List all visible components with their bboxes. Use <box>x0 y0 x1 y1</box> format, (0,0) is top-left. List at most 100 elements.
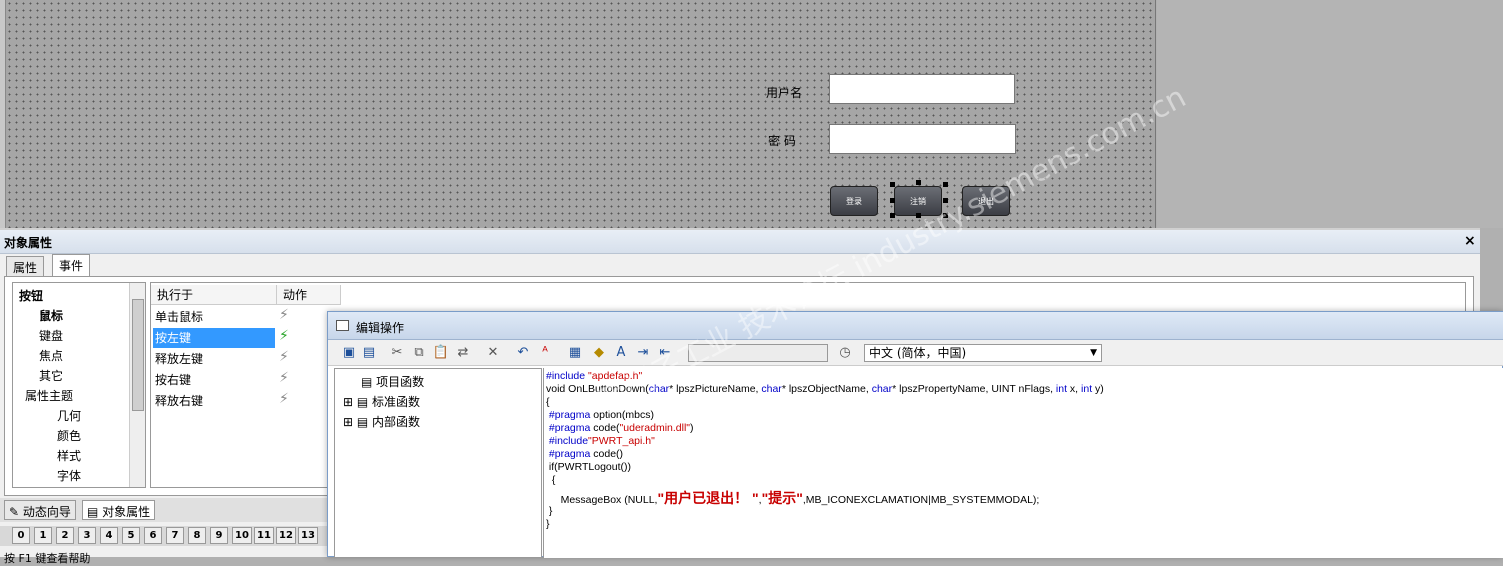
format-icon[interactable]: ▦ <box>566 344 584 362</box>
replace-icon[interactable]: ⇄ <box>454 344 472 362</box>
undo-icon[interactable]: ↶ <box>514 344 532 362</box>
panel-title: 对象属性 <box>4 236 53 250</box>
tree-item-font[interactable]: 字体 <box>57 467 81 484</box>
code-token: MessageBox (NULL, <box>546 494 658 506</box>
tab-dynamic-wizard[interactable]: ✎ 动态向导 <box>4 500 76 520</box>
edit-action-dialog: 编辑操作 ▣ ▤ ✂ ⧉ 📋 ⇄ ✕ ↶ ᴬ ▦ ◆ A ⇥ ⇤ ◷ 中文 (简… <box>327 311 1503 558</box>
layer-button[interactable]: 10 <box>232 527 252 544</box>
layer-button[interactable]: 4 <box>100 527 118 544</box>
code-token: #pragma <box>546 448 591 460</box>
copy-icon[interactable]: ⧉ <box>410 344 428 362</box>
layer-button[interactable]: 12 <box>276 527 296 544</box>
tree-scrollbar[interactable] <box>129 283 145 487</box>
code-line: } <box>546 505 553 517</box>
layer-button[interactable]: 7 <box>166 527 184 544</box>
chevron-down-icon[interactable]: ▼ <box>1090 345 1097 361</box>
text-icon[interactable]: A <box>612 344 630 362</box>
column-header-action[interactable]: 动作 <box>277 285 341 305</box>
layer-bar: 0 1 2 3 4 5 6 7 8 9 10 11 12 13 <box>0 526 330 546</box>
code-token: #include <box>546 370 589 382</box>
code-line: MessageBox (NULL,"用户已退出！ ","提示",MB_ICONE… <box>546 488 1040 508</box>
tree-item-internal-functions[interactable]: ⊞ ▤ 内部函数 <box>343 413 420 430</box>
selection-handle[interactable] <box>890 198 895 203</box>
tab-events[interactable]: 事件 <box>52 254 91 276</box>
tree-item-geometry[interactable]: 几何 <box>57 407 81 424</box>
column-header-trigger[interactable]: 执行于 <box>151 285 277 305</box>
layer-button[interactable]: 8 <box>188 527 206 544</box>
cut-icon[interactable]: ✂ <box>388 344 406 362</box>
selection-handle[interactable] <box>890 182 895 187</box>
code-token: char <box>761 383 782 395</box>
dialog-titlebar: 编辑操作 <box>328 312 1503 340</box>
close-icon[interactable]: × <box>1464 233 1476 249</box>
clock-icon[interactable]: ◷ <box>836 344 854 362</box>
code-token: "用户已退出！ " <box>657 490 759 506</box>
editor-toolbar: ▣ ▤ ✂ ⧉ 📋 ⇄ ✕ ↶ ᴬ ▦ ◆ A ⇥ ⇤ ◷ 中文 (简体，中国)… <box>328 340 1503 366</box>
password-label: 密 码 <box>768 134 796 148</box>
tree-item-property-topics[interactable]: 属性主题 <box>25 387 73 404</box>
event-row-right-release[interactable]: 释放右键 <box>153 391 275 411</box>
layer-button[interactable]: 6 <box>144 527 162 544</box>
code-line: #pragma code("uderadmin.dll") <box>546 422 694 434</box>
event-row-click[interactable]: 单击鼠标 <box>153 307 275 327</box>
delete-icon[interactable]: ✕ <box>484 344 502 362</box>
tab-object-properties-label: 对象属性 <box>102 505 151 519</box>
language-select[interactable]: 中文 (简体，中国) ▼ <box>864 344 1102 362</box>
selection-handle[interactable] <box>890 213 895 218</box>
code-token: #pragma <box>546 422 591 434</box>
tree-item-other[interactable]: 其它 <box>39 367 63 384</box>
code-token: code( <box>590 422 620 434</box>
layer-button[interactable]: 9 <box>210 527 228 544</box>
lightning-icon[interactable]: ⚡ <box>279 391 289 407</box>
code-token: #pragma <box>546 409 591 421</box>
lightning-icon[interactable]: ⚡ <box>279 349 289 365</box>
tree-item-mouse[interactable]: 鼠标 <box>39 307 63 324</box>
username-field[interactable] <box>829 74 1015 104</box>
event-row-left-press[interactable]: 按左键 <box>153 328 275 348</box>
code-token: char <box>871 383 893 395</box>
code-line: #pragma code() <box>546 448 623 460</box>
event-row-left-release[interactable]: 释放左键 <box>153 349 275 369</box>
code-token: "uderadmin.dll" <box>619 422 691 434</box>
tree-item-project-functions-label: 项目函数 <box>376 375 425 389</box>
code-line: #include"PWRT_api.h" <box>546 435 655 447</box>
tree-item-styles[interactable]: 样式 <box>57 447 81 464</box>
lightning-icon[interactable]: ⚡ <box>279 307 289 323</box>
event-row-right-press[interactable]: 按右键 <box>153 370 275 390</box>
tree-item-keyboard[interactable]: 键盘 <box>39 327 63 344</box>
tab-object-properties[interactable]: ▤ 对象属性 <box>82 500 156 520</box>
tree-item-standard-functions-label: 标准函数 <box>372 395 421 409</box>
spell-check-icon[interactable]: ᴬ <box>536 344 554 362</box>
lightning-icon[interactable]: ⚡ <box>279 370 289 386</box>
tree-item-focus[interactable]: 焦点 <box>39 347 63 364</box>
code-editor[interactable]: #include "apdefap.h" void OnLButtonDown(… <box>543 368 1503 558</box>
function-tree: ▤ 项目函数 ⊞ ▤ 标准函数 ⊞ ▤ 内部函数 <box>334 368 542 558</box>
layer-button[interactable]: 11 <box>254 527 274 544</box>
layer-button[interactable]: 0 <box>12 527 30 544</box>
compile-icon[interactable]: ◆ <box>590 344 608 362</box>
selection-handle[interactable] <box>943 182 948 187</box>
code-token: ,MB_ICONEXCLAMATION|MB_SYSTEMMODAL); <box>802 494 1040 506</box>
layer-button[interactable]: 1 <box>34 527 52 544</box>
event-tree: 按钮 鼠标 键盘 焦点 其它 属性主题 几何 颜色 样式 字体 <box>12 282 146 488</box>
password-field[interactable] <box>829 124 1016 154</box>
code-token: int <box>1081 383 1093 395</box>
tree-item-colors[interactable]: 颜色 <box>57 427 81 444</box>
save-icon[interactable]: ▣ <box>340 344 358 362</box>
tree-item-button[interactable]: 按钮 <box>19 287 43 304</box>
language-value: 中文 (简体，中国) <box>869 346 967 360</box>
selection-handle[interactable] <box>916 180 921 185</box>
lightning-active-icon[interactable]: ⚡ <box>279 328 289 344</box>
tab-properties[interactable]: 属性 <box>6 256 45 276</box>
tree-item-project-functions[interactable]: ▤ 项目函数 <box>361 373 424 390</box>
code-line: } <box>546 518 550 530</box>
layer-button[interactable]: 3 <box>78 527 96 544</box>
layer-button[interactable]: 5 <box>122 527 140 544</box>
layer-button[interactable]: 2 <box>56 527 74 544</box>
tree-item-standard-functions[interactable]: ⊞ ▤ 标准函数 <box>343 393 420 410</box>
save-as-icon[interactable]: ▤ <box>360 344 378 362</box>
login-button[interactable]: 登录 <box>830 186 878 216</box>
layer-button[interactable]: 13 <box>298 527 318 544</box>
scrollbar-thumb[interactable] <box>132 299 144 411</box>
paste-icon[interactable]: 📋 <box>432 344 450 362</box>
